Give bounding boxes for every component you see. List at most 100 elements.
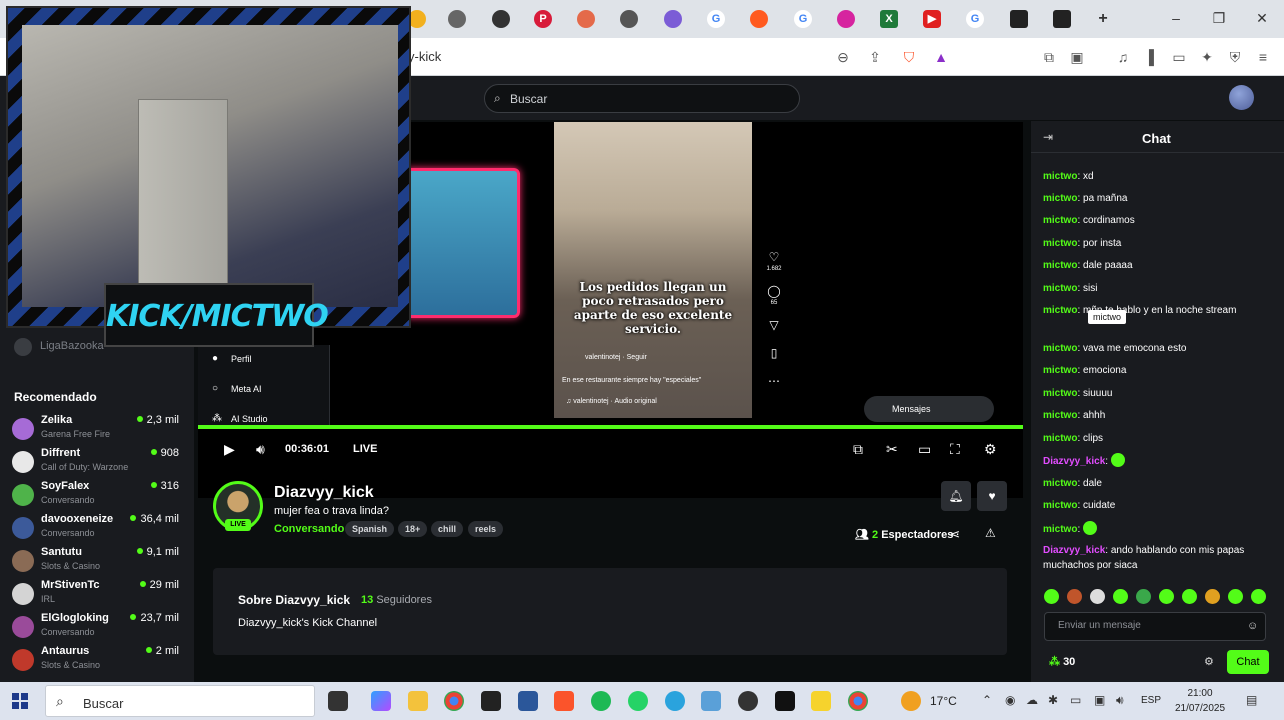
- tab-icon[interactable]: [448, 10, 466, 28]
- chat-username[interactable]: mictwo: [1043, 343, 1077, 354]
- chat-input-box[interactable]: ☺: [1044, 612, 1266, 641]
- vpn-icon[interactable]: ⛨: [1226, 48, 1244, 66]
- task-view-icon[interactable]: [328, 691, 348, 711]
- settings-icon[interactable]: ⚙: [984, 441, 997, 458]
- word-icon[interactable]: [518, 691, 538, 711]
- live-indicator[interactable]: LIVE: [353, 443, 377, 455]
- tray-icon[interactable]: ✱: [1048, 693, 1058, 707]
- pip-icon[interactable]: ⧉: [853, 441, 863, 458]
- tab-icon[interactable]: [750, 10, 768, 28]
- progress-bar[interactable]: [198, 425, 1023, 429]
- volume-icon[interactable]: 🔊︎: [256, 441, 265, 458]
- tab-icon[interactable]: [620, 10, 638, 28]
- clock[interactable]: 21:00 21/07/2025: [1170, 686, 1230, 716]
- epic-games-icon[interactable]: [481, 691, 501, 711]
- app-icon[interactable]: [701, 691, 721, 711]
- extensions-icon[interactable]: ⧉: [1040, 48, 1058, 66]
- emote-icon[interactable]: [1159, 589, 1174, 604]
- tab-icon[interactable]: [577, 10, 595, 28]
- share-icon[interactable]: ⋖: [950, 527, 960, 541]
- leo-icon[interactable]: ✦: [1198, 48, 1216, 66]
- chat-username[interactable]: mictwo: [1043, 171, 1077, 182]
- minimize-icon[interactable]: –: [1166, 10, 1186, 26]
- media-icon[interactable]: ♫: [1114, 48, 1132, 66]
- chat-username[interactable]: mictwo: [1043, 500, 1077, 511]
- google-icon[interactable]: G: [794, 10, 812, 28]
- fullscreen-icon[interactable]: ⛶: [950, 441, 960, 458]
- emote-icon[interactable]: [1228, 589, 1243, 604]
- chat-username[interactable]: Diazvyy_kick: [1043, 456, 1105, 467]
- notify-button[interactable]: 🔔︎: [941, 481, 971, 511]
- menu-icon[interactable]: ≡: [1254, 48, 1272, 66]
- chat-username[interactable]: mictwo: [1043, 283, 1077, 294]
- chrome-icon[interactable]: [848, 691, 868, 711]
- spotify-icon[interactable]: [591, 691, 611, 711]
- chrome-icon[interactable]: [444, 691, 464, 711]
- tag-chip[interactable]: 18+: [398, 521, 428, 537]
- emote-icon[interactable]: [1067, 589, 1082, 604]
- obs-icon[interactable]: [738, 691, 758, 711]
- emote-icon[interactable]: [1113, 589, 1128, 604]
- sidebar-icon[interactable]: ▐: [1140, 48, 1158, 66]
- recommended-channel[interactable]: Zelika Garena Free Fire 2,3 mil: [0, 412, 194, 445]
- whatsapp-icon[interactable]: [628, 691, 648, 711]
- emote-icon[interactable]: [1044, 589, 1059, 604]
- tab-icon[interactable]: [492, 10, 510, 28]
- pinterest-icon[interactable]: P: [534, 10, 552, 28]
- report-icon[interactable]: ⚠: [985, 526, 996, 540]
- taskbar-search[interactable]: ⌕ Buscar: [45, 685, 315, 717]
- rewards-icon[interactable]: ▲: [932, 48, 950, 66]
- close-icon[interactable]: ✕: [1252, 10, 1272, 27]
- chat-username[interactable]: mictwo: [1043, 193, 1077, 204]
- emote-icon[interactable]: [1136, 589, 1151, 604]
- collapse-chat-icon[interactable]: ⇥: [1043, 130, 1053, 144]
- chat-username[interactable]: mictwo: [1043, 388, 1077, 399]
- google-icon[interactable]: G: [966, 10, 984, 28]
- tag-chip[interactable]: Spanish: [345, 521, 395, 537]
- url-text[interactable]: y-kick: [408, 49, 441, 64]
- recommended-channel[interactable]: MrStivenTc IRL 29 mil: [0, 577, 194, 610]
- chat-input[interactable]: [1058, 620, 1238, 631]
- recommended-channel[interactable]: Antaurus Slots & Casino 2 mil: [0, 643, 194, 676]
- tab-search-icon[interactable]: ▣: [1068, 48, 1086, 66]
- tag-chip[interactable]: reels: [468, 521, 504, 537]
- wallet-icon[interactable]: ▭: [1170, 48, 1188, 66]
- messenger-icon[interactable]: [664, 10, 682, 28]
- chat-username[interactable]: mictwo: [1043, 478, 1077, 489]
- chat-username[interactable]: mictwo: [1043, 433, 1077, 444]
- user-avatar[interactable]: [1229, 85, 1254, 110]
- streamer-name[interactable]: Diazvyy_kick: [274, 484, 374, 502]
- emote-icon[interactable]: [1251, 589, 1266, 604]
- excel-icon[interactable]: X: [880, 10, 898, 28]
- chat-username[interactable]: mictwo: [1043, 215, 1077, 226]
- chat-username[interactable]: mictwo: [1043, 410, 1077, 421]
- new-tab-icon[interactable]: +: [1094, 10, 1112, 28]
- restore-icon[interactable]: ❐: [1209, 10, 1229, 27]
- weather-temp[interactable]: 17°C: [930, 694, 957, 708]
- battery-icon[interactable]: ▭: [1070, 693, 1081, 707]
- search-box[interactable]: ⌕ Buscar: [484, 84, 800, 113]
- tray-icon[interactable]: ◉: [1005, 693, 1015, 707]
- zoom-icon[interactable]: ⊖: [834, 48, 852, 66]
- language-indicator[interactable]: ESP: [1141, 695, 1161, 706]
- brave-icon[interactable]: [554, 691, 574, 711]
- volume-icon[interactable]: 🔊︎: [1116, 693, 1124, 708]
- chat-send-button[interactable]: Chat: [1227, 650, 1269, 674]
- chat-settings-icon[interactable]: ⚙: [1204, 655, 1214, 668]
- google-icon[interactable]: G: [707, 10, 725, 28]
- recommended-channel[interactable]: Santutu Slots & Casino 9,1 mil: [0, 544, 194, 577]
- youtube-icon[interactable]: ▶: [923, 10, 941, 28]
- windows-start-icon[interactable]: [12, 693, 28, 709]
- brave-shield-icon[interactable]: ⛉: [900, 48, 918, 66]
- recommended-channel[interactable]: ElGlogloking Conversando 23,7 mil: [0, 610, 194, 643]
- emote-icon[interactable]: [1182, 589, 1197, 604]
- telegram-icon[interactable]: [665, 691, 685, 711]
- stream-category[interactable]: Conversando: [274, 523, 344, 535]
- emoji-icon[interactable]: ☺: [1247, 620, 1258, 632]
- tab-icon[interactable]: [1010, 10, 1028, 28]
- notifications-icon[interactable]: ▤: [1246, 693, 1257, 707]
- network-icon[interactable]: ▣: [1094, 693, 1105, 707]
- tab-icon[interactable]: [1053, 10, 1071, 28]
- onedrive-icon[interactable]: ☁: [1026, 693, 1038, 707]
- clip-icon[interactable]: ✂: [886, 441, 898, 458]
